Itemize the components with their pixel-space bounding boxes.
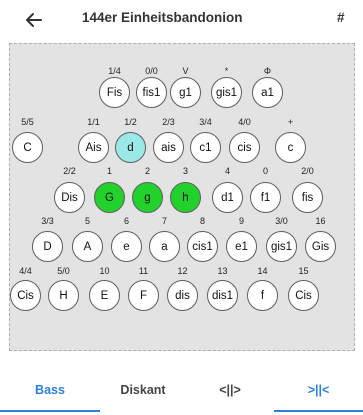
tab-label: Diskant bbox=[120, 383, 166, 397]
note-button[interactable]: Fis bbox=[99, 77, 130, 108]
tab-bar: Bass Diskant <||> >||< bbox=[0, 370, 363, 415]
button-label: 3 bbox=[182, 166, 188, 176]
button-label: * bbox=[224, 66, 229, 76]
tab-diskant[interactable]: Diskant bbox=[100, 370, 186, 412]
button-label: 13 bbox=[217, 266, 228, 276]
menu-button[interactable]: # bbox=[337, 10, 345, 25]
note-button[interactable]: g1 bbox=[170, 77, 201, 108]
note-button[interactable]: Cis bbox=[10, 280, 41, 311]
note-button[interactable]: Dis bbox=[54, 182, 85, 213]
back-button[interactable] bbox=[22, 8, 46, 32]
note-button[interactable]: d bbox=[115, 132, 146, 163]
note-button[interactable]: cis bbox=[229, 132, 260, 163]
button-label: 5 bbox=[84, 216, 90, 226]
tab-label: <||> bbox=[219, 383, 241, 397]
button-label: 4/0 bbox=[238, 117, 251, 127]
button-label: 7 bbox=[161, 216, 167, 226]
note-button[interactable]: D bbox=[32, 231, 63, 262]
button-label: Φ bbox=[263, 66, 272, 76]
note-button[interactable]: fis1 bbox=[136, 77, 167, 108]
note-button[interactable]: cis1 bbox=[187, 231, 218, 262]
button-label: 2/3 bbox=[162, 117, 175, 127]
note-button[interactable]: e1 bbox=[226, 231, 257, 262]
button-label: 10 bbox=[99, 266, 110, 276]
button-label: 2 bbox=[144, 166, 150, 176]
button-label: 3/4 bbox=[199, 117, 212, 127]
note-button[interactable]: gis1 bbox=[211, 77, 242, 108]
button-label: 2/2 bbox=[63, 166, 76, 176]
tab-bass[interactable]: Bass bbox=[0, 370, 100, 412]
note-button[interactable]: f1 bbox=[250, 182, 281, 213]
button-label: 2/0 bbox=[301, 166, 314, 176]
button-label: 0 bbox=[262, 166, 268, 176]
note-button[interactable]: g bbox=[132, 182, 163, 213]
button-label: 5/0 bbox=[57, 266, 70, 276]
button-label: 3/0 bbox=[275, 216, 288, 226]
button-label: 4 bbox=[224, 166, 230, 176]
note-button[interactable]: a bbox=[149, 231, 180, 262]
button-label: 1 bbox=[106, 166, 112, 176]
button-label: 1/4 bbox=[108, 66, 121, 76]
note-button[interactable]: h bbox=[170, 182, 201, 213]
button-label: 6 bbox=[123, 216, 129, 226]
tab-underline bbox=[274, 410, 363, 412]
note-button[interactable]: Gis bbox=[305, 231, 336, 262]
note-button[interactable]: G bbox=[94, 182, 125, 213]
button-label: 3/3 bbox=[41, 216, 54, 226]
button-label: 12 bbox=[177, 266, 188, 276]
note-button[interactable]: A bbox=[72, 231, 103, 262]
button-label: 4/4 bbox=[19, 266, 32, 276]
tab-label: >||< bbox=[307, 383, 330, 397]
button-label: 11 bbox=[138, 266, 149, 276]
tab-collapse[interactable]: >||< bbox=[274, 370, 363, 412]
note-button[interactable]: d1 bbox=[212, 182, 243, 213]
button-label: V bbox=[182, 66, 189, 76]
button-label: 1/1 bbox=[87, 117, 100, 127]
button-label: 15 bbox=[298, 266, 309, 276]
note-button[interactable]: gis1 bbox=[266, 231, 297, 262]
button-board: 1/4 Fis 0/0 fis1 Vg1 * gis1 Φa1 5/5 C 1/1 Ais 1/2 d 2/… bbox=[9, 43, 355, 351]
button-label: 1/2 bbox=[124, 117, 137, 127]
tab-underline bbox=[0, 410, 100, 412]
note-button[interactable]: ais bbox=[153, 132, 184, 163]
note-button[interactable]: Cis bbox=[288, 280, 319, 311]
button-label: 5/5 bbox=[21, 117, 34, 127]
note-button[interactable]: a1 bbox=[252, 77, 283, 108]
note-button[interactable]: E bbox=[89, 280, 120, 311]
note-button[interactable]: F bbox=[128, 280, 159, 311]
tab-label: Bass bbox=[35, 383, 65, 397]
page-title: 144er Einheitsbandonion bbox=[82, 10, 243, 25]
button-label: 8 bbox=[199, 216, 205, 226]
note-button[interactable]: Ais bbox=[78, 132, 109, 163]
button-label: 9 bbox=[238, 216, 244, 226]
arrow-left-icon bbox=[26, 13, 42, 27]
note-button[interactable]: dis1 bbox=[207, 280, 238, 311]
button-label: + bbox=[287, 117, 294, 127]
note-button[interactable]: f bbox=[247, 280, 278, 311]
app-bar: 144er Einheitsbandonion # bbox=[0, 0, 363, 40]
note-button[interactable]: e bbox=[111, 231, 142, 262]
note-button[interactable]: c1 bbox=[190, 132, 221, 163]
note-button[interactable]: C bbox=[12, 132, 43, 163]
note-button[interactable]: c bbox=[275, 132, 306, 163]
note-button[interactable]: H bbox=[48, 280, 79, 311]
tab-expand[interactable]: <||> bbox=[186, 370, 274, 412]
button-label: 16 bbox=[315, 216, 326, 226]
button-label: 14 bbox=[257, 266, 268, 276]
note-button[interactable]: dis bbox=[167, 280, 198, 311]
note-button[interactable]: fis bbox=[292, 182, 323, 213]
